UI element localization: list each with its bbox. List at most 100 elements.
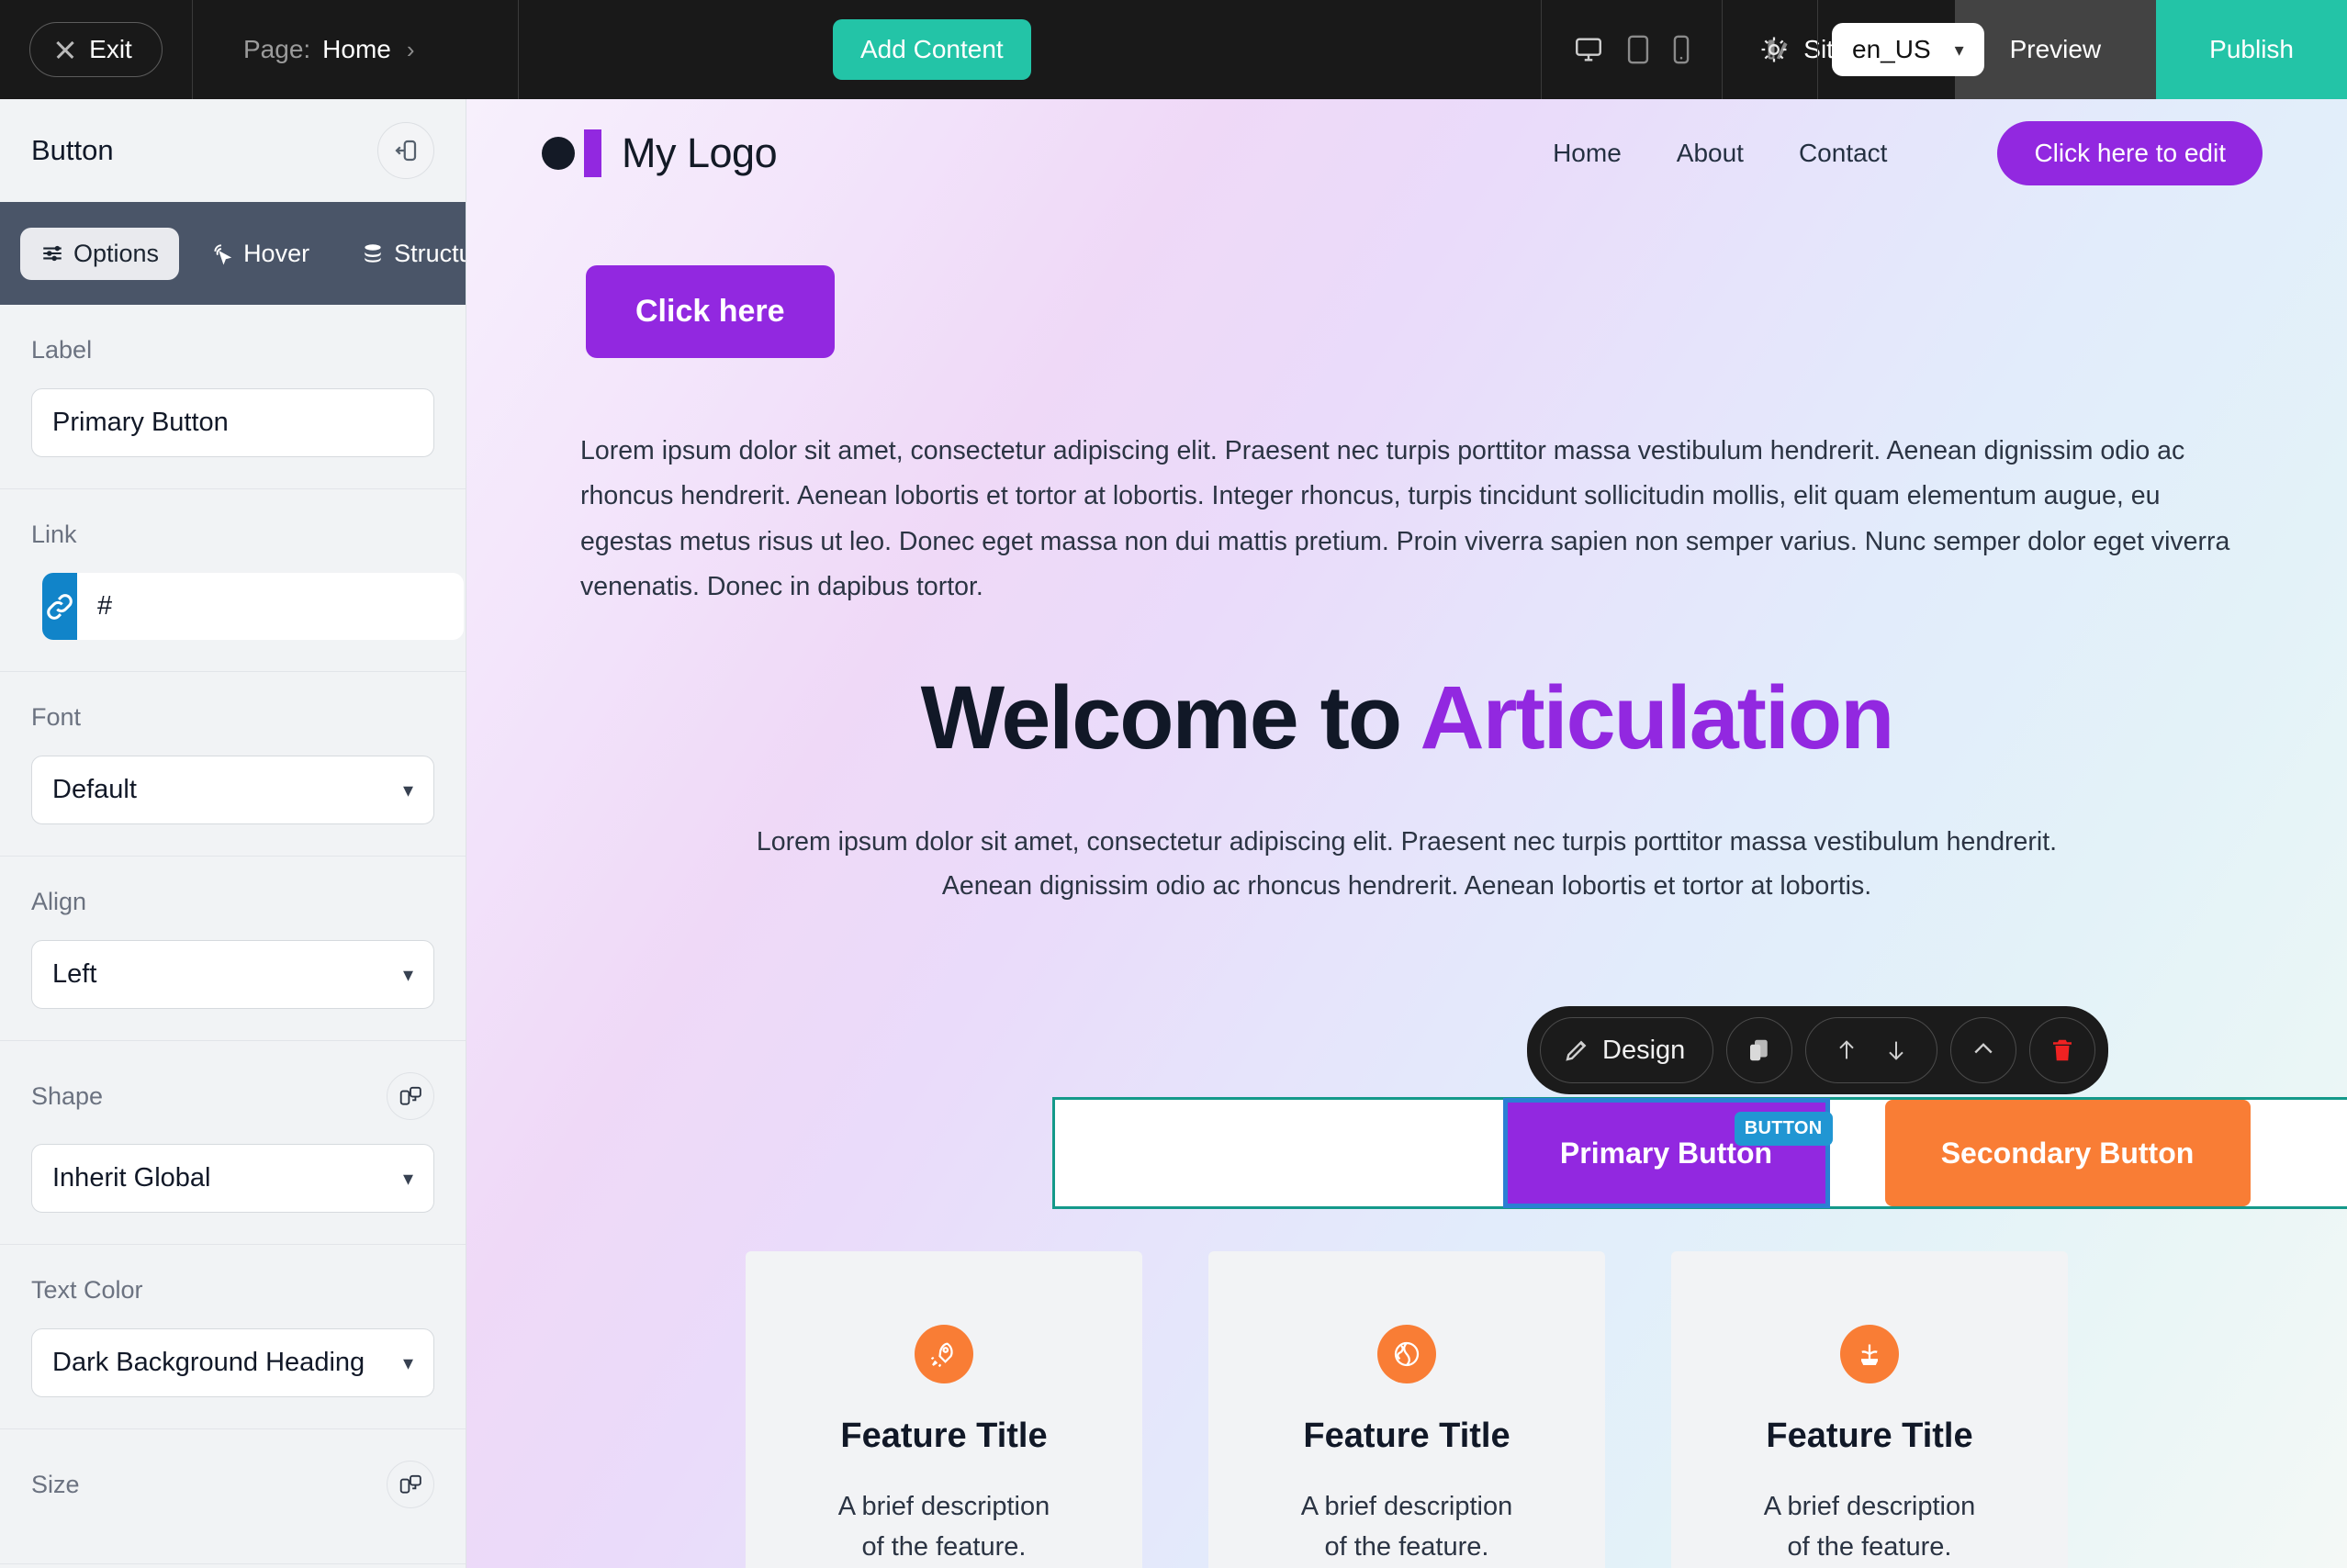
delete-button[interactable] (2029, 1017, 2096, 1083)
duplicate-button[interactable] (1726, 1017, 1793, 1083)
align-field-label: Align (31, 888, 87, 915)
grid-cell-empty-right[interactable] (2251, 1100, 2347, 1206)
device-preview-group (1541, 0, 1723, 99)
grid-cell-empty-left[interactable] (1055, 1100, 1505, 1206)
field-shape: Shape Inherit Global ▾ (0, 1041, 466, 1245)
toolbar-middle: Add Content en_US ▾ (519, 0, 1984, 99)
responsive-settings-button[interactable] (387, 1461, 434, 1508)
exit-panel-icon (395, 140, 417, 162)
secondary-button-label: Secondary Button (1940, 1136, 2195, 1170)
top-toolbar: Exit Page: Home › Add Content en_US ▾ Si… (0, 0, 2347, 99)
link-field-label: Link (31, 521, 77, 548)
tablet-icon[interactable] (1626, 34, 1650, 65)
logo-dot-icon (542, 137, 575, 170)
link-input[interactable] (77, 573, 464, 640)
page-breadcrumb[interactable]: Page: Home › (193, 0, 519, 99)
hero-paragraph: Lorem ipsum dolor sit amet, consectetur … (580, 436, 2230, 601)
sidebar-tabs: Options Hover Structure (0, 202, 466, 305)
responsive-settings-button[interactable] (387, 1072, 434, 1120)
feature-cards: Feature Title A brief description of the… (466, 1251, 2347, 1568)
page-prefix-label: Page: (243, 35, 311, 63)
hero-subtext: Lorem ipsum dolor sit amet, consectetur … (756, 827, 2058, 902)
nav-item-home[interactable]: Home (1553, 139, 1622, 168)
grid-cell-spacer[interactable] (1828, 1100, 1885, 1206)
exit-button[interactable]: Exit (29, 22, 163, 77)
field-text-color: Text Color Dark Background Heading ▾ (0, 1245, 466, 1429)
feature-card-desc: A brief description of the feature. (1764, 1487, 1976, 1567)
site-logo[interactable]: My Logo (542, 129, 778, 177)
layers-icon (365, 244, 381, 263)
hero-click-here-button[interactable]: Click here (586, 265, 835, 358)
feature-desc-line2: of the feature. (861, 1531, 1027, 1562)
link-picker-button[interactable] (42, 573, 77, 640)
properties-sidebar: Button Options Hover Struct Label Primar… (0, 99, 466, 1568)
page-name-label: Home (322, 35, 391, 63)
tab-structure-label: Structure (394, 239, 466, 267)
tab-structure[interactable]: Structure (341, 228, 466, 280)
nav-item-about[interactable]: About (1677, 139, 1744, 168)
sliders-icon (43, 245, 62, 262)
chevron-down-icon: ▾ (402, 962, 413, 986)
text-color-select-value: Dark Background Heading (52, 1348, 365, 1377)
locale-select[interactable]: en_US ▾ (1832, 23, 1984, 76)
shape-select-value: Inherit Global (52, 1163, 211, 1193)
collapse-panel-button[interactable] (377, 122, 434, 179)
exit-label: Exit (89, 35, 132, 63)
select-parent-button[interactable] (1950, 1017, 2017, 1083)
nav-item-contact[interactable]: Contact (1799, 139, 1888, 168)
responsive-devices-icon (399, 1086, 421, 1105)
site-header: My Logo Home About Contact Click here to… (466, 99, 2347, 207)
align-select-value: Left (52, 959, 97, 989)
tab-options[interactable]: Options (20, 227, 180, 280)
move-updown-group[interactable] (1805, 1017, 1938, 1083)
desktop-icon[interactable] (1573, 34, 1604, 65)
globe-icon (1377, 1325, 1436, 1383)
trash-icon (2053, 1039, 2072, 1061)
design-button[interactable]: Design (1540, 1017, 1714, 1083)
arrow-up-icon[interactable] (1834, 1036, 1859, 1065)
feature-card-desc: A brief description of the feature. (838, 1487, 1050, 1567)
arrow-down-icon[interactable] (1883, 1036, 1909, 1065)
field-align: Align Left ▾ (0, 857, 466, 1041)
align-select[interactable]: Left ▾ (31, 940, 434, 1009)
brightness-section (1731, 0, 1818, 99)
feature-card[interactable]: Feature Title A brief description of the… (746, 1251, 1142, 1568)
chevron-down-icon: ▾ (402, 1350, 413, 1374)
seedling-icon (1840, 1325, 1899, 1383)
text-color-select[interactable]: Dark Background Heading ▾ (31, 1328, 434, 1397)
tab-options-label: Options (73, 239, 160, 267)
tab-hover-label: Hover (243, 239, 310, 267)
sun-icon[interactable] (1758, 34, 1790, 65)
field-link: Link (0, 489, 466, 672)
shape-field-label: Shape (31, 1081, 104, 1110)
feature-card-title: Feature Title (1766, 1417, 1973, 1455)
field-label: Label (0, 305, 466, 489)
feature-desc-line2: of the feature. (1324, 1531, 1489, 1562)
duplicate-icon (1750, 1039, 1769, 1061)
logo-text: My Logo (622, 129, 778, 176)
feature-card-title: Feature Title (840, 1417, 1048, 1455)
preview-button[interactable]: Preview (1954, 0, 2157, 99)
feature-card[interactable]: Feature Title A brief description of the… (1208, 1251, 1605, 1568)
chevron-up-icon (1974, 1043, 1993, 1054)
exit-section: Exit (0, 0, 193, 99)
selected-primary-button[interactable]: Primary Button BUTTON (1502, 1098, 1833, 1208)
secondary-button[interactable]: Secondary Button (1884, 1100, 2251, 1206)
element-float-toolbar: Design (1527, 1006, 2109, 1094)
label-field-label: Label (31, 336, 93, 364)
selected-grid-row[interactable]: Primary Button BUTTON Secondary Button G… (1052, 1097, 2347, 1209)
feature-desc-line1: A brief description (1763, 1492, 1976, 1521)
hero-title: Welcome to Articulation (466, 666, 2347, 769)
nav-cta-button[interactable]: Click here to edit (1997, 121, 2263, 185)
shape-select[interactable]: Inherit Global ▾ (31, 1144, 434, 1213)
sidebar-title: Button (31, 134, 114, 166)
feature-desc-line1: A brief description (1300, 1492, 1513, 1521)
feature-card[interactable]: Feature Title A brief description of the… (1671, 1251, 2068, 1568)
add-content-button[interactable]: Add Content (833, 19, 1031, 80)
tab-hover[interactable]: Hover (190, 228, 330, 280)
button-badge: BUTTON (1734, 1112, 1833, 1146)
mobile-icon[interactable] (1672, 34, 1690, 65)
publish-button[interactable]: Publish (2156, 0, 2347, 99)
font-select[interactable]: Default ▾ (31, 756, 434, 824)
label-input[interactable] (31, 388, 434, 457)
